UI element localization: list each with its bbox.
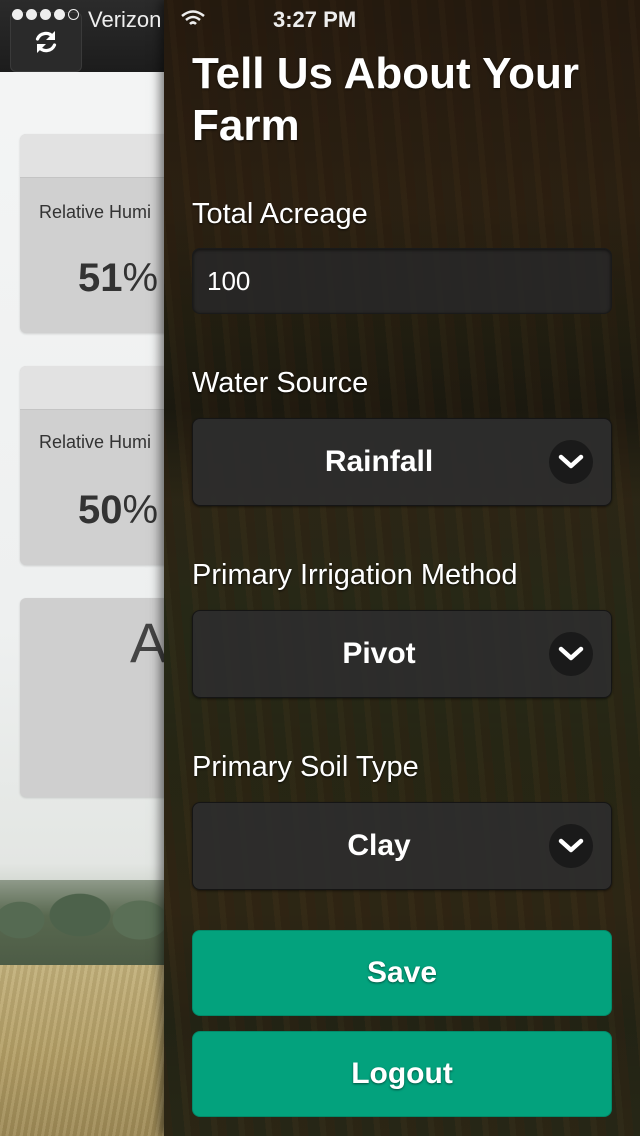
total-acreage-label: Total Acreage [192,198,368,230]
soil-type-value: Clay [347,829,411,862]
soil-type-label: Primary Soil Type [192,751,419,783]
save-button[interactable]: Save [192,930,612,1016]
card-value: 51% [78,256,158,301]
card-big-text: A [130,611,168,674]
drawer-title: Tell Us About Your Farm [192,49,580,150]
signal-dot [40,9,51,20]
signal-dot [26,9,37,20]
irrigation-method-value: Pivot [342,637,416,670]
carrier-name: Verizon [88,7,162,32]
chevron-down-icon [549,632,593,676]
logout-button[interactable]: Logout [192,1031,612,1117]
soil-type-select[interactable]: Clay [192,802,612,890]
signal-dot [12,9,23,20]
signal-dot [54,9,65,20]
water-source-label: Water Source [192,367,369,399]
irrigation-method-label: Primary Irrigation Method [192,559,518,591]
total-acreage-input[interactable] [192,248,612,314]
card-label: Relative Humi [39,202,152,222]
signal-strength-icon [12,9,79,20]
card-value: 50% [78,488,158,533]
chevron-down-icon [549,824,593,868]
wifi-icon [181,10,205,25]
humidity-value: 51 [78,256,123,300]
farm-settings-drawer: Tell Us About Your Farm Total Acreage Wa… [164,0,640,1136]
water-source-value: Rainfall [324,445,434,478]
irrigation-method-select[interactable]: Pivot [192,610,612,698]
percent-unit: % [122,488,159,532]
chevron-down-icon [549,440,593,484]
status-bar: Verizon 3:27 PM [0,0,640,40]
signal-dot [68,9,79,20]
percent-unit: % [122,256,159,300]
humidity-value: 50 [78,488,123,532]
water-source-select[interactable]: Rainfall [192,418,612,506]
card-label: Relative Humi [39,432,152,452]
clock: 3:27 PM [273,7,357,32]
